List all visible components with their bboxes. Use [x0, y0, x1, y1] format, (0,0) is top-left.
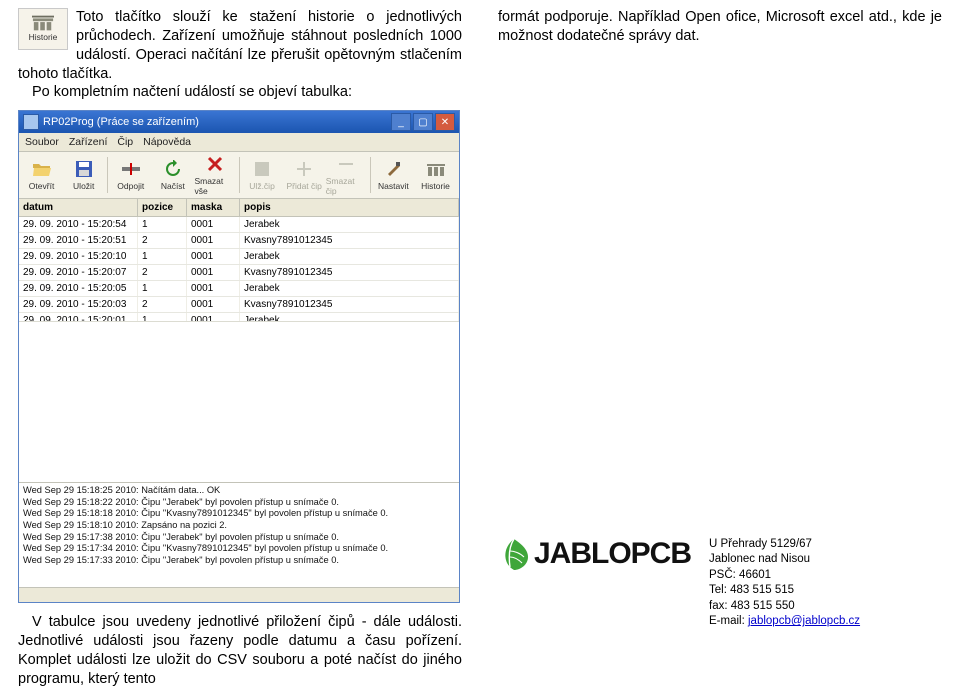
contact-line: fax: 483 515 550: [709, 599, 860, 615]
menu-item[interactable]: Čip: [117, 136, 133, 148]
save-icon: [73, 159, 95, 179]
toolbar: Otevřít Uložit Odpojit Načíst Smazat vše Ulž.…: [19, 152, 459, 199]
settings-icon: [382, 159, 404, 179]
log-line: Wed Sep 29 15:18:10 2010: Zapsáno na poz…: [23, 520, 455, 532]
table-row[interactable]: 29. 09. 2010 - 15:20:0320001Kvasny789101…: [19, 297, 459, 313]
add-chip-icon: [293, 159, 315, 179]
toolbar-delete-chip-button: Smazat čip: [326, 154, 368, 196]
intro-text-2: Po kompletním načtení událostí se objeví…: [18, 83, 462, 102]
toolbar-label: Historie: [421, 181, 450, 191]
col-datum[interactable]: datum: [19, 199, 138, 216]
menubar: Soubor Zařízení Čip Nápověda: [19, 133, 459, 152]
titlebar: RP02Prog (Práce se zařízením) _ ▢ ✕: [19, 111, 459, 133]
log-line: Wed Sep 29 15:17:38 2010: Čipu "Jerabek"…: [23, 532, 455, 544]
history-toolbar-icon-label: Historie: [29, 32, 58, 43]
menu-item[interactable]: Soubor: [25, 136, 59, 148]
log-line: Wed Sep 29 15:17:33 2010: Čipu "Jerabek"…: [23, 555, 455, 567]
leaf-icon: [498, 537, 532, 571]
log-line: Wed Sep 29 15:18:22 2010: Čipu "Jerabek"…: [23, 497, 455, 509]
company-logo: JABLOPCB: [498, 537, 691, 571]
menu-item[interactable]: Zařízení: [69, 136, 108, 148]
statusbar: [19, 587, 459, 602]
table-row[interactable]: 29. 09. 2010 - 15:20:0110001Jerabek: [19, 313, 459, 321]
table-body: 29. 09. 2010 - 15:20:5410001Jerabek29. 0…: [19, 217, 459, 321]
toolbar-label: Načíst: [161, 181, 185, 191]
table-row[interactable]: 29. 09. 2010 - 15:20:1010001Jerabek: [19, 249, 459, 265]
toolbar-disconnect-button[interactable]: Odpojit: [110, 154, 152, 196]
toolbar-settings-button[interactable]: Nastavit: [373, 154, 415, 196]
contact-line: Jablonec nad Nisou: [709, 552, 860, 568]
company-logo-text: JABLOPCB: [534, 537, 691, 571]
log-panel: Wed Sep 29 15:18:25 2010: Načítám data..…: [19, 482, 459, 587]
toolbar-label: Smazat čip: [326, 176, 367, 196]
col-popis[interactable]: popis: [240, 199, 459, 216]
contact-email-label: E-mail:: [709, 615, 748, 627]
toolbar-history-button[interactable]: Historie: [415, 154, 457, 196]
toolbar-save-button[interactable]: Uložit: [63, 154, 105, 196]
app-window: RP02Prog (Práce se zařízením) _ ▢ ✕ Soub…: [18, 110, 460, 603]
contact-line: Tel: 483 515 515: [709, 583, 860, 599]
toolbar-label: Ulž.čip: [249, 181, 275, 191]
contact-line: U Přehrady 5129/67: [709, 537, 860, 553]
close-button[interactable]: ✕: [435, 113, 455, 131]
col-pozice[interactable]: pozice: [138, 199, 187, 216]
log-line: Wed Sep 29 15:18:18 2010: Čipu "Kvasny78…: [23, 508, 455, 520]
toolbar-label: Smazat vše: [194, 176, 235, 196]
toolbar-delete-all-button[interactable]: Smazat vše: [194, 154, 236, 196]
table-row[interactable]: 29. 09. 2010 - 15:20:5120001Kvasny789101…: [19, 233, 459, 249]
disconnect-icon: [120, 159, 142, 179]
delete-all-icon: [204, 154, 226, 174]
maximize-button[interactable]: ▢: [413, 113, 433, 131]
log-line: Wed Sep 29 15:17:34 2010: Čipu "Kvasny78…: [23, 543, 455, 555]
table-row[interactable]: 29. 09. 2010 - 15:20:0720001Kvasny789101…: [19, 265, 459, 281]
table-row[interactable]: 29. 09. 2010 - 15:20:5410001Jerabek: [19, 217, 459, 233]
contact-email-link[interactable]: jablopcb@jablopcb.cz: [748, 615, 860, 627]
toolbar-label: Nastavit: [378, 181, 409, 191]
save-chip-icon: [251, 159, 273, 179]
reload-icon: [162, 159, 184, 179]
toolbar-label: Přidat čip: [286, 181, 321, 191]
toolbar-save-chip-button: Ulž.čip: [242, 154, 284, 196]
table-empty-area: [19, 321, 459, 482]
toolbar-label: Uložit: [73, 181, 94, 191]
menu-item[interactable]: Nápověda: [143, 136, 191, 148]
contact-line: PSČ: 46601: [709, 568, 860, 584]
delete-chip-icon: [335, 154, 357, 174]
table-header: datum pozice maska popis: [19, 199, 459, 217]
history-toolbar-icon-illustration: Historie: [18, 8, 68, 50]
footer: JABLOPCB U Přehrady 5129/67 Jablonec nad…: [498, 537, 942, 634]
folder-open-icon: [31, 159, 53, 179]
table-row[interactable]: 29. 09. 2010 - 15:20:0510001Jerabek: [19, 281, 459, 297]
intro-text-1: Toto tlačítko slouží ke stažení historie…: [18, 9, 462, 82]
minimize-button[interactable]: _: [391, 113, 411, 131]
right-top-paragraph: formát podporuje. Například Open ofice, …: [498, 8, 942, 46]
outro-paragraph: V tabulce jsou uvedeny jednotlivé přilož…: [18, 613, 462, 688]
toolbar-label: Otevřít: [29, 181, 55, 191]
contact-line: E-mail: jablopcb@jablopcb.cz: [709, 614, 860, 630]
log-line: Wed Sep 29 15:18:25 2010: Načítám data..…: [23, 485, 455, 497]
col-maska[interactable]: maska: [187, 199, 240, 216]
toolbar-label: Odpojit: [117, 181, 144, 191]
window-title: RP02Prog (Práce se zařízením): [43, 116, 199, 128]
toolbar-folder-open-button[interactable]: Otevřít: [21, 154, 63, 196]
history-icon: [425, 159, 447, 179]
contact-block: U Přehrady 5129/67 Jablonec nad Nisou PS…: [709, 537, 860, 630]
toolbar-reload-button[interactable]: Načíst: [152, 154, 194, 196]
toolbar-add-chip-button: Přidat čip: [284, 154, 326, 196]
intro-paragraph: Historie Toto tlačítko slouží ke stažení…: [18, 8, 462, 102]
app-icon: [23, 114, 39, 130]
